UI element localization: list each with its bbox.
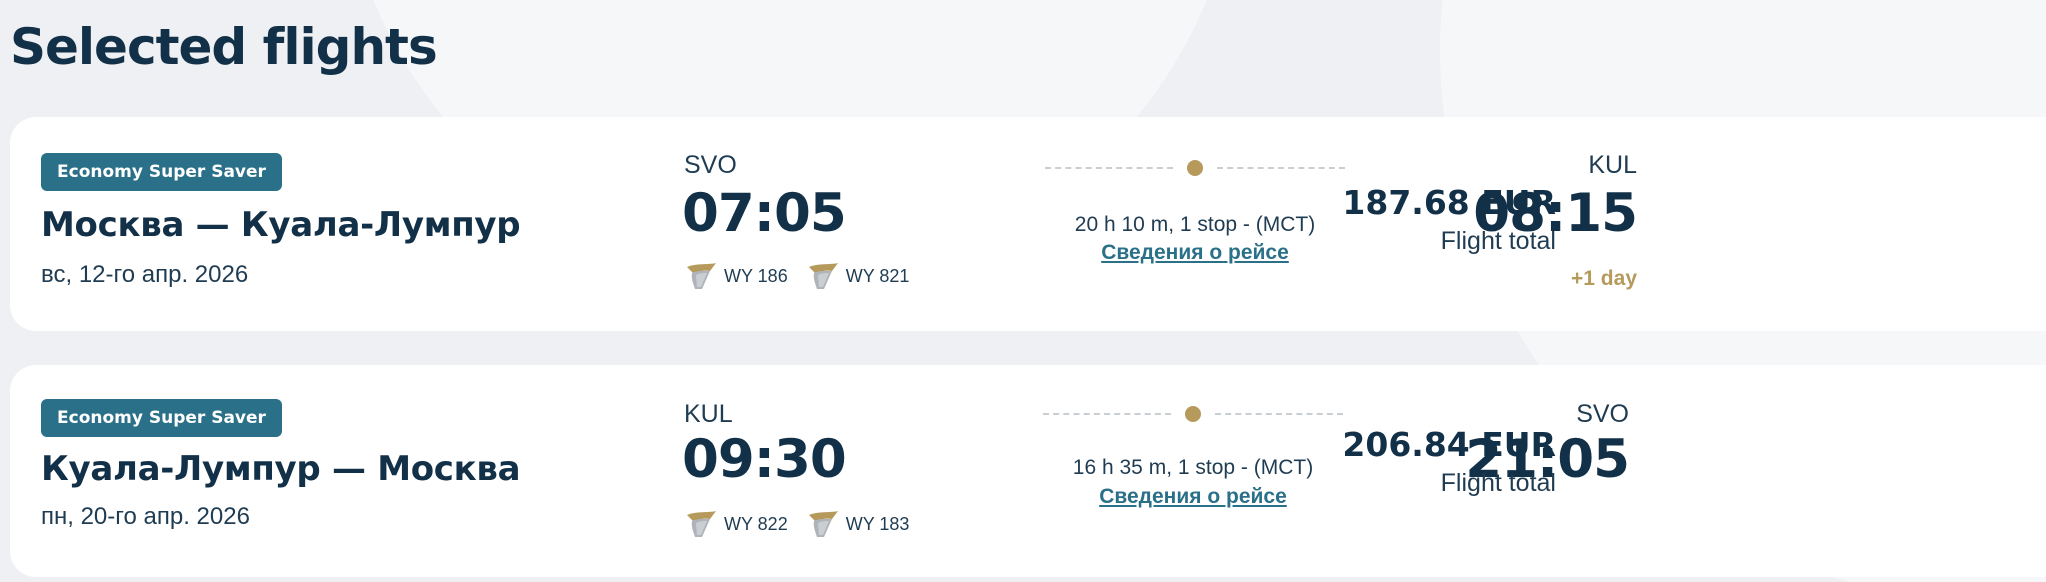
flight-price: 187.68 EUR <box>1342 183 1556 222</box>
fare-badge: Economy Super Saver <box>41 153 282 191</box>
stop-marker <box>1187 160 1203 176</box>
flight-numbers: WY 186 WY 821 <box>684 261 909 291</box>
flight-card: Economy Super Saver Куала-Лумпур — Москв… <box>10 365 2046 577</box>
flight-duration: 20 h 10 m, 1 stop - (MCT) <box>1074 213 1316 236</box>
route-timeline <box>1043 403 1343 425</box>
route-name: Москва — Куала-Лумпур <box>41 205 521 245</box>
departure-airport-code: KUL <box>684 400 733 428</box>
departure-time: 09:30 <box>682 429 847 490</box>
flight-number: WY 186 <box>724 265 788 286</box>
flight-duration: 16 h 35 m, 1 stop - (MCT) <box>1072 456 1314 479</box>
flight-details-link[interactable]: Сведения о рейсе <box>1043 485 1343 509</box>
flight-numbers: WY 822 WY 183 <box>684 509 909 539</box>
departure-airport-code: SVO <box>684 151 737 179</box>
price-label: Flight total <box>1440 469 1556 497</box>
airline-tail-icon <box>687 263 716 289</box>
departure-time: 07:05 <box>682 183 847 244</box>
day-shift-badge: +1 day <box>1571 267 1637 290</box>
price-label: Flight total <box>1440 227 1556 255</box>
timeline-dash <box>1215 413 1343 415</box>
airline-tail-icon <box>687 511 716 537</box>
flight-date: вс, 12-го апр. 2026 <box>41 261 249 288</box>
flight-number: WY 822 <box>724 513 788 534</box>
timeline-dash <box>1043 413 1171 415</box>
stop-marker <box>1185 406 1201 422</box>
flight-segment: WY 186 <box>684 261 788 291</box>
airline-tail-icon <box>808 511 838 537</box>
flight-segment: WY 821 <box>806 261 910 291</box>
page-title: Selected flights <box>10 18 438 76</box>
flight-number: WY 183 <box>845 513 910 534</box>
arrival-airport-code: KUL <box>1588 151 1637 179</box>
route-timeline <box>1045 157 1345 179</box>
timeline-dash <box>1217 167 1345 169</box>
timeline-dash <box>1045 167 1173 169</box>
route-name: Куала-Лумпур — Москва <box>41 449 521 489</box>
flight-price: 206.84 EUR <box>1342 425 1556 464</box>
flight-details-link[interactable]: Сведения о рейсе <box>1045 241 1345 265</box>
fare-badge: Economy Super Saver <box>41 399 282 437</box>
selected-flights-page: Selected flights Economy Super Saver Мос… <box>0 0 2046 582</box>
flight-segment: WY 183 <box>806 509 910 539</box>
flight-number: WY 821 <box>845 265 910 286</box>
flight-segment: WY 822 <box>684 509 788 539</box>
flight-date: пн, 20-го апр. 2026 <box>41 503 250 530</box>
flight-card: Economy Super Saver Москва — Куала-Лумпу… <box>10 117 2046 331</box>
airline-tail-icon <box>808 263 838 289</box>
